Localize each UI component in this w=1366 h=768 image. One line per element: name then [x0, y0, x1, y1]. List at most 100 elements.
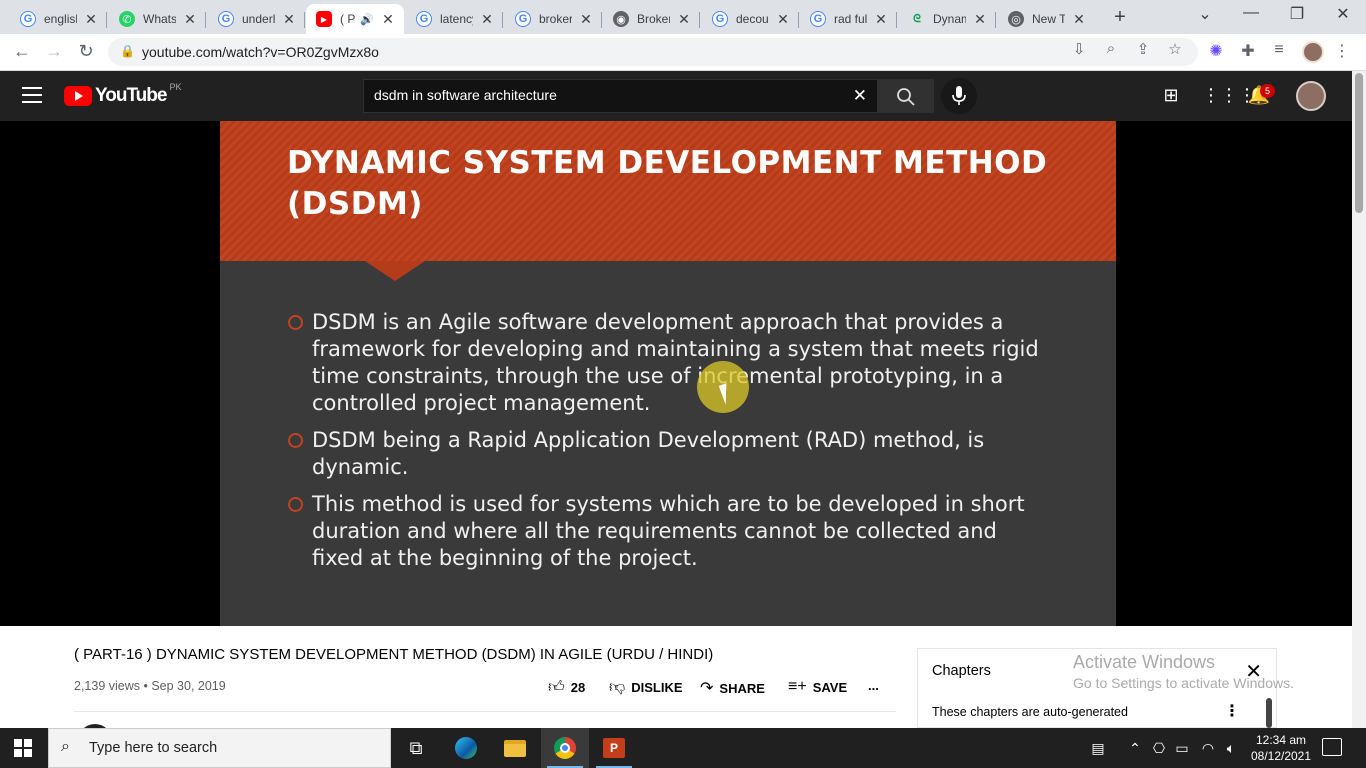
- google-icon: G: [20, 11, 36, 27]
- browser-tab[interactable]: ◎ New T ✕: [998, 4, 1095, 34]
- notification-badge: 5: [1260, 84, 1275, 98]
- youtube-account-avatar[interactable]: [1296, 81, 1326, 111]
- browser-tab-active[interactable]: ▶ ( P 🔊 ✕: [306, 4, 404, 34]
- microphone-icon: [952, 86, 966, 105]
- close-icon[interactable]: ✕: [578, 11, 594, 28]
- scrollbar-thumb[interactable]: [1355, 73, 1363, 213]
- create-video-icon[interactable]: ⊞: [1158, 85, 1184, 106]
- meet-icon[interactable]: ⎔: [1148, 740, 1170, 757]
- clear-search-icon[interactable]: ✕: [853, 86, 867, 106]
- browser-tab[interactable]: ✆ WhatsApp ✕: [109, 4, 206, 34]
- browser-tab[interactable]: ᘓ Dynam ✕: [899, 4, 996, 34]
- bullet-circle-icon: [288, 433, 303, 448]
- thumbs-down-icon: 👎︎: [609, 679, 626, 696]
- wifi-icon[interactable]: ◠: [1197, 740, 1219, 757]
- google-icon: G: [515, 11, 531, 27]
- thumbs-up-icon: 👍︎: [548, 679, 565, 696]
- chapters-subtext: These chapters are auto-generated: [932, 705, 1128, 719]
- apps-grid-icon[interactable]: ⋮⋮⋮: [1202, 85, 1256, 106]
- close-icon[interactable]: ✕: [1071, 11, 1087, 28]
- bookmark-star-icon[interactable]: ☆: [1164, 40, 1186, 58]
- close-icon[interactable]: ✕: [873, 11, 889, 28]
- back-button[interactable]: ←: [10, 41, 34, 62]
- extension-icon[interactable]: ✺: [1205, 41, 1227, 61]
- windows-taskbar: ⌕ Type here to search ⧉ P ▤ ⌃ ⎔ ▭ ◠ 🔈︎ 1…: [0, 728, 1366, 768]
- share-icon[interactable]: ⇪: [1132, 40, 1154, 58]
- windows-start-icon[interactable]: [14, 739, 32, 757]
- chapters-scrollbar[interactable]: [1266, 698, 1272, 728]
- media-control-icon[interactable]: ≡: [1268, 41, 1290, 59]
- chrome-icon: ◎: [1008, 11, 1024, 27]
- page-scrollbar[interactable]: [1352, 71, 1366, 728]
- google-icon: G: [416, 11, 432, 27]
- browser-tab[interactable]: G decou ✕: [702, 4, 799, 34]
- youtube-logo[interactable]: YouTube PK: [64, 82, 181, 107]
- forward-button[interactable]: →: [42, 41, 66, 62]
- save-button[interactable]: ≡+ SAVE: [788, 678, 847, 696]
- search-input[interactable]: [374, 87, 844, 103]
- browser-tab[interactable]: G rad ful ✕: [800, 4, 897, 34]
- close-icon[interactable]: ✕: [972, 11, 988, 28]
- share-button[interactable]: ↷ SHARE: [700, 678, 765, 698]
- browser-tab-strip: G english ✕ ✆ WhatsApp ✕ G underl ✕ ▶ ( …: [0, 0, 1366, 34]
- extensions-puzzle-icon[interactable]: ✚: [1237, 41, 1259, 61]
- lock-icon[interactable]: 🔒: [120, 44, 135, 58]
- window-close-button[interactable]: ✕: [1328, 4, 1358, 24]
- browser-tab[interactable]: G english ✕: [10, 4, 107, 34]
- profile-avatar[interactable]: [1302, 41, 1324, 63]
- action-center-icon[interactable]: [1322, 738, 1342, 756]
- close-icon[interactable]: ✕: [182, 11, 198, 28]
- restore-button[interactable]: ❐: [1282, 4, 1312, 24]
- install-app-icon[interactable]: ⇩: [1068, 40, 1090, 58]
- taskbar-search[interactable]: ⌕ Type here to search: [48, 728, 391, 768]
- browser-tab[interactable]: G latency ✕: [406, 4, 503, 34]
- youtube-icon: ▶: [316, 11, 332, 27]
- close-icon[interactable]: ✕: [775, 11, 791, 28]
- tray-chevron-icon[interactable]: ⌃: [1124, 740, 1146, 757]
- chrome-app[interactable]: [541, 728, 589, 768]
- folder-icon: [504, 739, 526, 757]
- video-frame-slide[interactable]: DYNAMIC SYSTEM DEVELOPMENT METHOD (DSDM)…: [220, 121, 1116, 626]
- google-icon: G: [218, 11, 234, 27]
- url-text[interactable]: youtube.com/watch?v=OR0ZgvMzx8o: [142, 44, 379, 60]
- browser-menu-icon[interactable]: ⋮: [1334, 41, 1350, 61]
- minimize-button[interactable]: —: [1236, 4, 1266, 22]
- news-widget-icon[interactable]: ▤: [1087, 740, 1109, 757]
- browser-tab[interactable]: G broker ✕: [505, 4, 602, 34]
- audio-playing-icon[interactable]: 🔊: [360, 13, 374, 26]
- system-clock[interactable]: 12:34 am 08/12/2021: [1244, 732, 1318, 764]
- browser-tab[interactable]: ◉ Broker ✕: [603, 4, 700, 34]
- dislike-button[interactable]: 👎︎ DISLIKE: [609, 678, 683, 697]
- video-title: ( PART-16 ) DYNAMIC SYSTEM DEVELOPMENT M…: [74, 646, 714, 663]
- chapters-heading: Chapters: [932, 663, 991, 679]
- close-icon[interactable]: ✕: [83, 11, 99, 28]
- powerpoint-app[interactable]: P: [590, 728, 638, 768]
- search-button[interactable]: [878, 79, 934, 113]
- share-arrow-icon: ↷: [700, 680, 714, 697]
- search-box[interactable]: ✕: [363, 79, 878, 113]
- battery-icon[interactable]: ▭: [1171, 740, 1193, 757]
- new-tab-button[interactable]: +: [1108, 6, 1132, 29]
- hamburger-menu-icon[interactable]: [22, 87, 42, 108]
- slide-bullet: DSDM is an Agile software development ap…: [288, 309, 1048, 417]
- voice-search-button[interactable]: [941, 78, 977, 114]
- volume-icon[interactable]: 🔈︎: [1220, 740, 1242, 757]
- more-actions-button[interactable]: ...: [868, 678, 879, 693]
- close-icon[interactable]: ✕: [479, 11, 495, 28]
- close-icon[interactable]: ✕: [676, 11, 692, 28]
- close-icon[interactable]: ✕: [380, 11, 396, 28]
- bullet-circle-icon: [288, 497, 303, 512]
- close-icon[interactable]: ✕: [281, 11, 297, 28]
- like-button[interactable]: 👍︎ 28: [548, 678, 585, 697]
- browser-toolbar: ← → ↻ 🔒 youtube.com/watch?v=OR0ZgvMzx8o …: [0, 34, 1366, 71]
- address-bar[interactable]: 🔒 youtube.com/watch?v=OR0ZgvMzx8o: [108, 38, 1198, 66]
- zoom-icon[interactable]: ⌕: [1100, 40, 1122, 57]
- tab-search-chevron-icon[interactable]: ⌄: [1190, 4, 1220, 24]
- reload-button[interactable]: ↻: [74, 41, 98, 62]
- task-view-icon[interactable]: ⧉: [392, 728, 440, 768]
- file-explorer-app[interactable]: [491, 728, 539, 768]
- browser-tab[interactable]: G underl ✕: [208, 4, 305, 34]
- chapters-menu-icon[interactable]: ⋮: [1224, 701, 1240, 721]
- powerpoint-icon: P: [603, 738, 625, 758]
- edge-app[interactable]: [442, 728, 490, 768]
